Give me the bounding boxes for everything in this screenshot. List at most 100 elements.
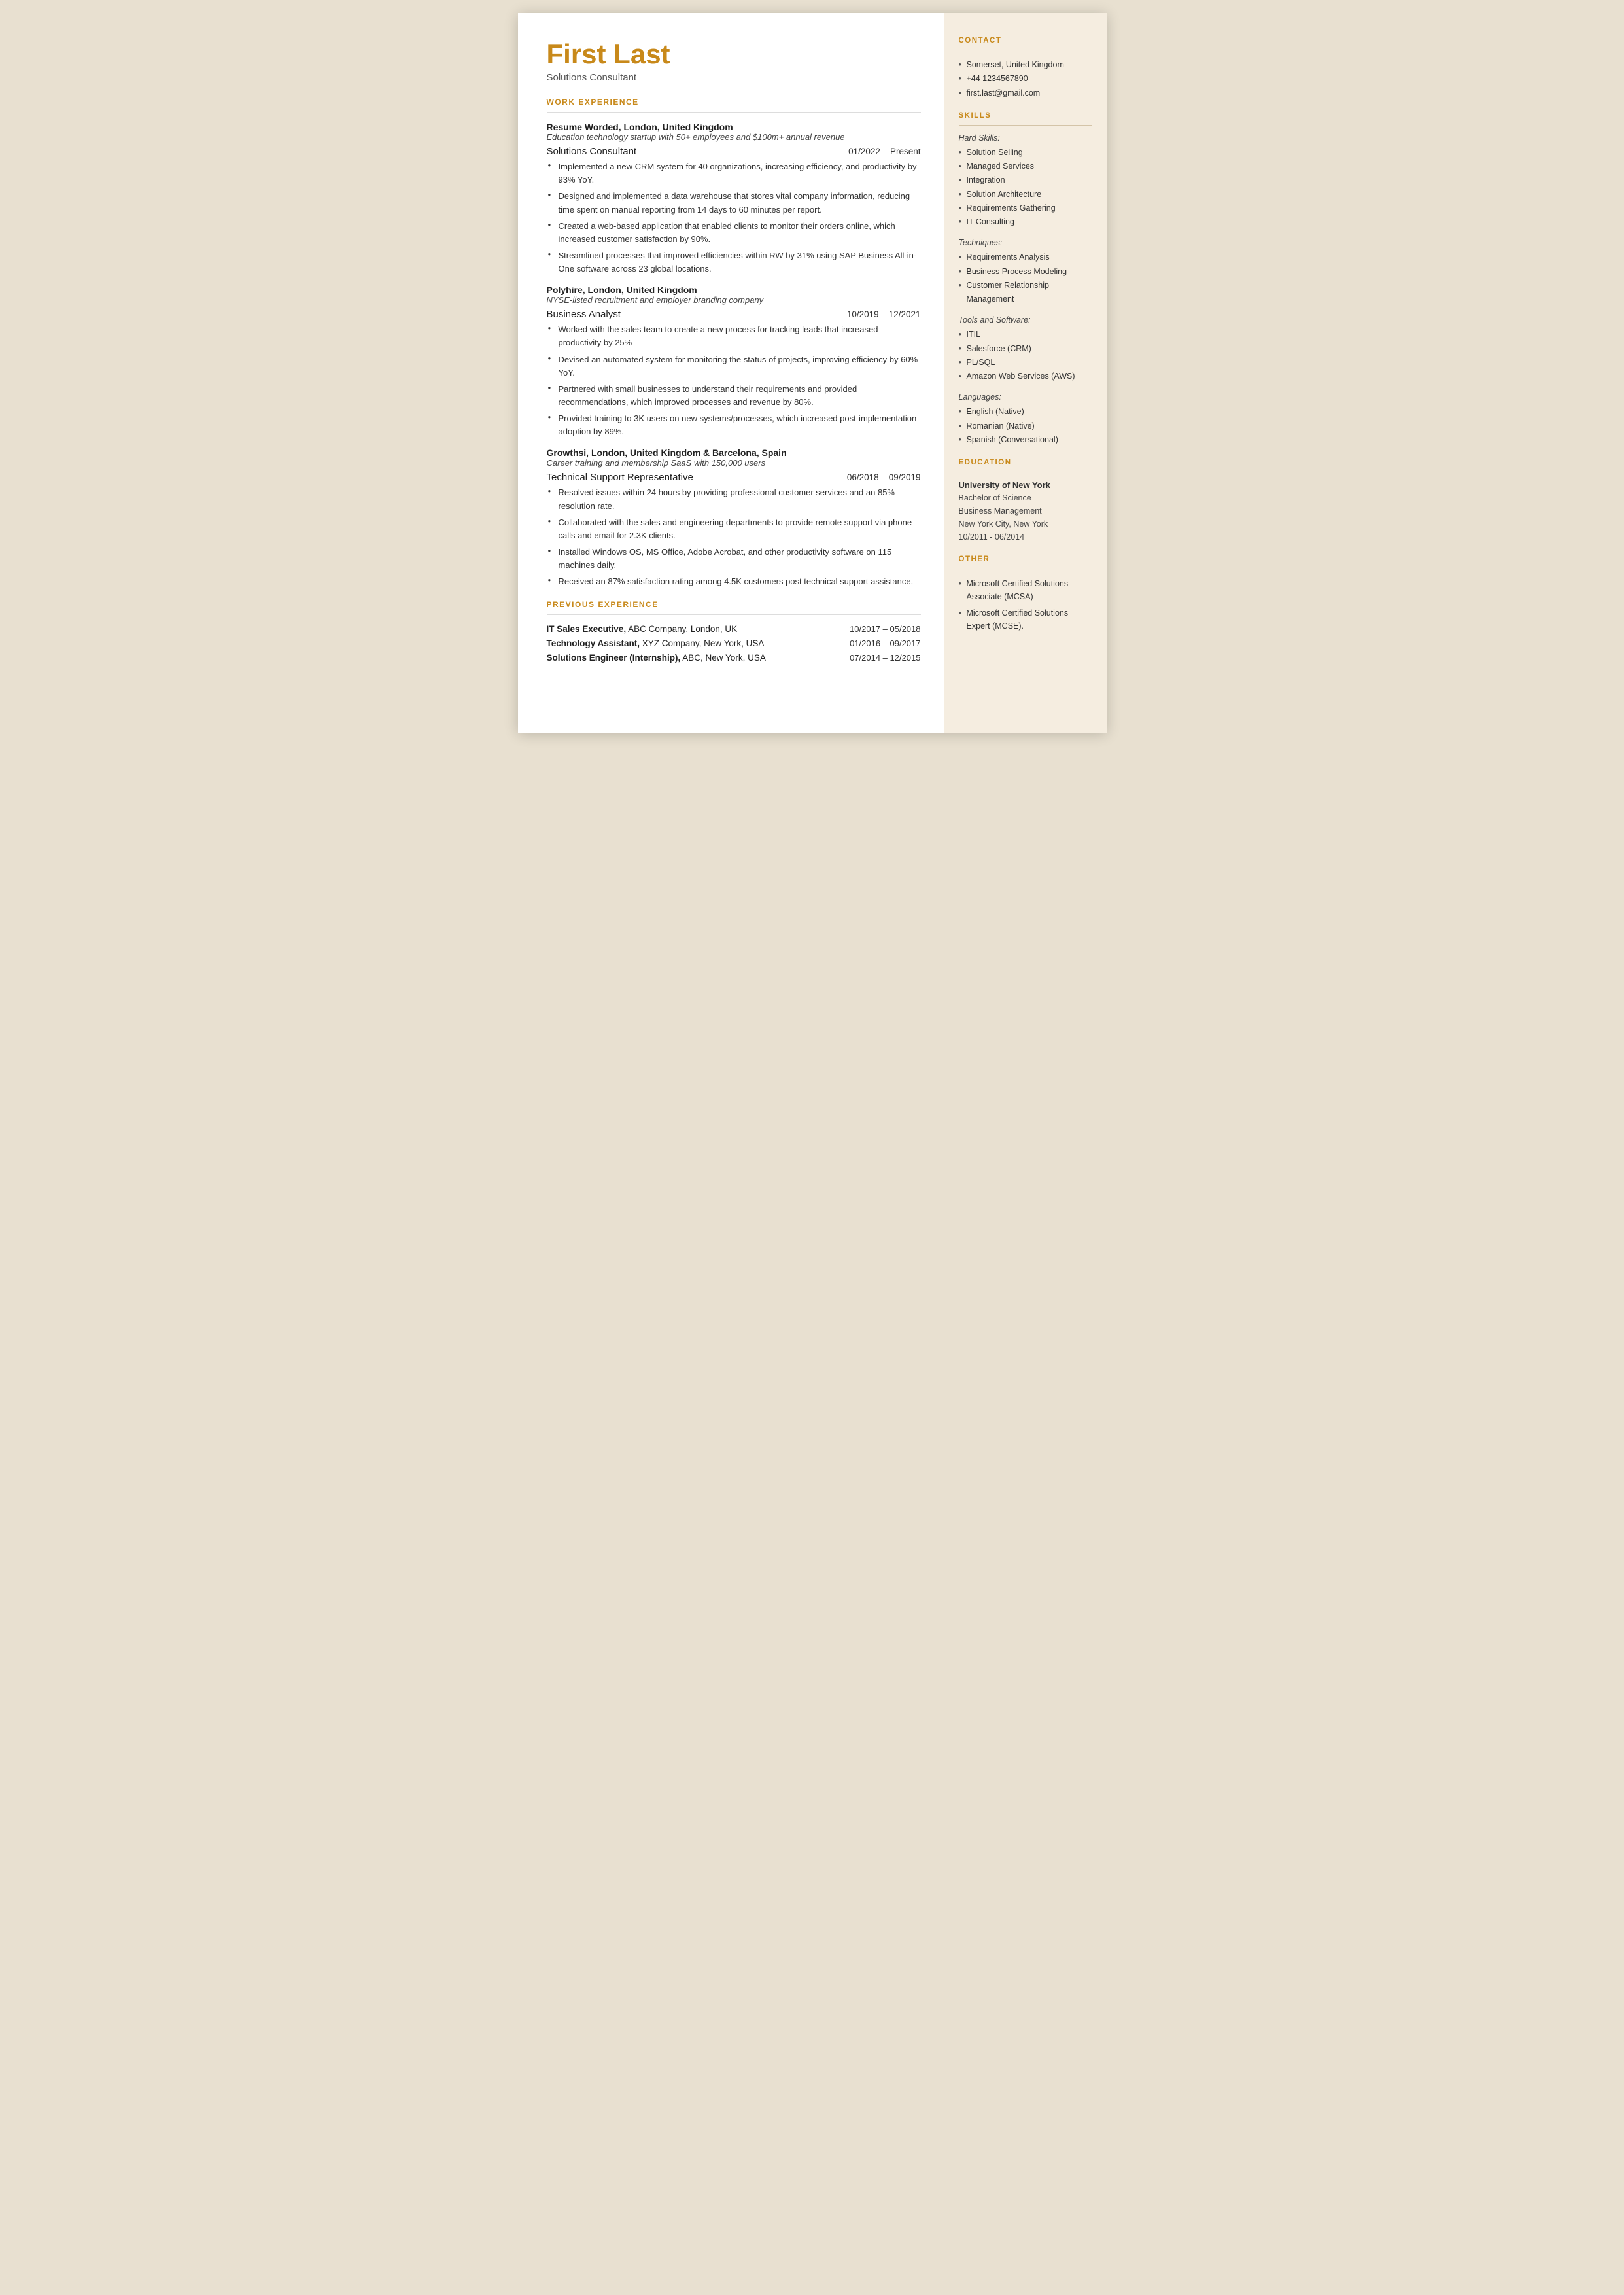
technique-item: Customer Relationship Management bbox=[959, 279, 1092, 307]
work-experience-section-title: WORK EXPERIENCE bbox=[547, 97, 921, 107]
language-item: Spanish (Conversational) bbox=[959, 433, 1092, 447]
company-2-name: Polyhire, London, United Kingdom NYSE-li… bbox=[547, 285, 921, 305]
edu-entry-1: University of New York Bachelor of Scien… bbox=[959, 480, 1092, 544]
other-section: OTHER Microsoft Certified Solutions Asso… bbox=[959, 555, 1092, 633]
job-3-bullets: Resolved issues within 24 hours by provi… bbox=[547, 486, 921, 588]
prev-exp-date-2: 01/2016 – 09/2017 bbox=[850, 639, 920, 648]
job-title-header: Solutions Consultant bbox=[547, 72, 921, 83]
job-2-dates: 10/2019 – 12/2021 bbox=[847, 309, 921, 319]
name: First Last bbox=[547, 39, 921, 69]
tool-item: Salesforce (CRM) bbox=[959, 342, 1092, 356]
bullet-item: Provided training to 3K users on new sys… bbox=[547, 412, 921, 438]
company-3-header: Growthsi, London, United Kingdom & Barce… bbox=[547, 447, 921, 468]
prev-exp-date-1: 10/2017 – 05/2018 bbox=[850, 624, 920, 634]
skill-item: Requirements Gathering bbox=[959, 201, 1092, 215]
bullet-item: Collaborated with the sales and engineer… bbox=[547, 516, 921, 542]
bullet-item: Designed and implemented a data warehous… bbox=[547, 190, 921, 216]
sidebar: CONTACT Somerset, United Kingdom +44 123… bbox=[944, 13, 1107, 733]
company-2-tagline: NYSE-listed recruitment and employer bra… bbox=[547, 295, 921, 305]
company-2-bold: Polyhire, bbox=[547, 285, 585, 295]
job-1-dates: 01/2022 – Present bbox=[848, 147, 920, 156]
tool-item: ITIL bbox=[959, 328, 1092, 342]
techniques-heading: Techniques: bbox=[959, 238, 1092, 247]
prev-exp-left-1: IT Sales Executive, ABC Company, London,… bbox=[547, 624, 738, 634]
edu-field: Business Management bbox=[959, 504, 1092, 517]
job-3-dates: 06/2018 – 09/2019 bbox=[847, 472, 921, 482]
other-list: Microsoft Certified Solutions Associate … bbox=[959, 577, 1092, 633]
contact-email: first.last@gmail.com bbox=[959, 86, 1092, 100]
skill-item: Managed Services bbox=[959, 160, 1092, 173]
company-1-name: Resume Worded, London, United Kingdom Ed… bbox=[547, 122, 921, 142]
edu-degree: Bachelor of Science bbox=[959, 491, 1092, 504]
edu-dates: 10/2011 - 06/2014 bbox=[959, 531, 1092, 544]
education-section-title: EDUCATION bbox=[959, 459, 1092, 466]
prev-exp-left-3: Solutions Engineer (Internship), ABC, Ne… bbox=[547, 653, 766, 663]
languages-heading: Languages: bbox=[959, 393, 1092, 402]
company-2-header: Polyhire, London, United Kingdom NYSE-li… bbox=[547, 285, 921, 305]
job-3-title: Technical Support Representative bbox=[547, 472, 693, 483]
language-item: Romanian (Native) bbox=[959, 419, 1092, 433]
hard-skills-heading: Hard Skills: bbox=[959, 133, 1092, 143]
prev-divider bbox=[547, 614, 921, 615]
skills-section-title: SKILLS bbox=[959, 112, 1092, 120]
job-1-row: Solutions Consultant 01/2022 – Present bbox=[547, 146, 921, 157]
edu-location: New York City, New York bbox=[959, 517, 1092, 531]
other-item: Microsoft Certified Solutions Associate … bbox=[959, 577, 1092, 603]
hard-skills-list: Solution Selling Managed Services Integr… bbox=[959, 146, 1092, 230]
technique-item: Business Process Modeling bbox=[959, 265, 1092, 279]
company-1-header: Resume Worded, London, United Kingdom Ed… bbox=[547, 122, 921, 142]
company-1-bold: Resume Worded, bbox=[547, 122, 621, 132]
bullet-item: Resolved issues within 24 hours by provi… bbox=[547, 486, 921, 512]
job-3-row: Technical Support Representative 06/2018… bbox=[547, 472, 921, 483]
prev-exp-row-2: Technology Assistant, XYZ Company, New Y… bbox=[547, 639, 921, 648]
company-3-tagline: Career training and membership SaaS with… bbox=[547, 458, 921, 468]
job-2-title: Business Analyst bbox=[547, 309, 621, 320]
bullet-item: Created a web-based application that ena… bbox=[547, 220, 921, 246]
prev-exp-row-1: IT Sales Executive, ABC Company, London,… bbox=[547, 624, 921, 634]
tools-heading: Tools and Software: bbox=[959, 315, 1092, 324]
bullet-item: Partnered with small businesses to under… bbox=[547, 383, 921, 409]
prev-exp-left-2: Technology Assistant, XYZ Company, New Y… bbox=[547, 639, 765, 648]
techniques-list: Requirements Analysis Business Process M… bbox=[959, 251, 1092, 306]
tool-item: PL/SQL bbox=[959, 356, 1092, 370]
bullet-item: Streamlined processes that improved effi… bbox=[547, 249, 921, 275]
other-section-title: OTHER bbox=[959, 555, 1092, 563]
skills-section: SKILLS Hard Skills: Solution Selling Man… bbox=[959, 112, 1092, 447]
bullet-item: Implemented a new CRM system for 40 orga… bbox=[547, 160, 921, 186]
technique-item: Requirements Analysis bbox=[959, 251, 1092, 264]
bullet-item: Worked with the sales team to create a n… bbox=[547, 323, 921, 349]
bullet-item: Devised an automated system for monitori… bbox=[547, 353, 921, 379]
prev-exp-row-3: Solutions Engineer (Internship), ABC, Ne… bbox=[547, 653, 921, 663]
prev-experience-section-title: PREVIOUS EXPERIENCE bbox=[547, 600, 921, 609]
bullet-item: Installed Windows OS, MS Office, Adobe A… bbox=[547, 546, 921, 572]
company-3-bold: Growthsi, bbox=[547, 447, 589, 458]
resume-container: First Last Solutions Consultant WORK EXP… bbox=[518, 13, 1107, 733]
job-1-title: Solutions Consultant bbox=[547, 146, 637, 157]
company-3-name: Growthsi, London, United Kingdom & Barce… bbox=[547, 447, 921, 468]
contact-list: Somerset, United Kingdom +44 1234567890 … bbox=[959, 58, 1092, 100]
language-item: English (Native) bbox=[959, 405, 1092, 419]
job-2-bullets: Worked with the sales team to create a n… bbox=[547, 323, 921, 438]
company-1-tagline: Education technology startup with 50+ em… bbox=[547, 132, 921, 142]
bullet-item: Received an 87% satisfaction rating amon… bbox=[547, 575, 921, 588]
other-item: Microsoft Certified Solutions Expert (MC… bbox=[959, 606, 1092, 633]
tool-item: Amazon Web Services (AWS) bbox=[959, 370, 1092, 383]
job-1-bullets: Implemented a new CRM system for 40 orga… bbox=[547, 160, 921, 275]
skill-item: Solution Selling bbox=[959, 146, 1092, 160]
languages-list: English (Native) Romanian (Native) Spani… bbox=[959, 405, 1092, 447]
contact-section-title: CONTACT bbox=[959, 37, 1092, 44]
skills-divider bbox=[959, 125, 1092, 126]
skill-item: Solution Architecture bbox=[959, 188, 1092, 201]
contact-location: Somerset, United Kingdom bbox=[959, 58, 1092, 72]
skill-item: Integration bbox=[959, 173, 1092, 187]
prev-exp-date-3: 07/2014 – 12/2015 bbox=[850, 653, 920, 663]
tools-list: ITIL Salesforce (CRM) PL/SQL Amazon Web … bbox=[959, 328, 1092, 383]
work-divider bbox=[547, 112, 921, 113]
contact-section: CONTACT Somerset, United Kingdom +44 123… bbox=[959, 37, 1092, 100]
job-2-row: Business Analyst 10/2019 – 12/2021 bbox=[547, 309, 921, 320]
main-column: First Last Solutions Consultant WORK EXP… bbox=[518, 13, 944, 733]
skill-item: IT Consulting bbox=[959, 215, 1092, 229]
edu-school-name: University of New York bbox=[959, 480, 1092, 490]
education-section: EDUCATION University of New York Bachelo… bbox=[959, 459, 1092, 544]
contact-phone: +44 1234567890 bbox=[959, 72, 1092, 86]
